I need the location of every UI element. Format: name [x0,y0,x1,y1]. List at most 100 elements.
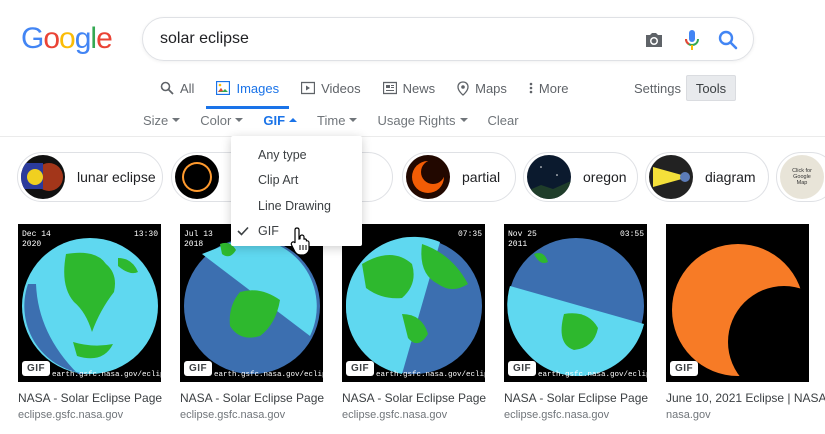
caret-down-icon [349,118,358,122]
filter-label: GIF [263,112,286,128]
type-dropdown-menu: Any type Clip Art Line Drawing GIF [231,136,362,246]
chip-thumbnail [21,155,65,199]
logo-letter: g [74,22,92,55]
image-result[interactable]: 07:35 earth.gsfc.nasa.gov/eclipse GIF NA… [342,224,486,421]
search-input[interactable] [160,30,630,48]
result-source: eclipse.gsfc.nasa.gov [342,409,448,421]
chip-thumbnail [406,155,450,199]
filter-label: Size [143,112,169,128]
video-icon [301,81,316,95]
result-source: eclipse.gsfc.nasa.gov [180,409,286,421]
result-title[interactable]: NASA - Solar Eclipse Page [18,391,162,405]
tab-label: Maps [475,80,507,96]
chip-thumbnail [175,155,219,199]
image-result[interactable]: Jul 13 2018 03:01 earth.gsfc.nasa.gov/ec… [180,224,324,421]
map-pin-icon [457,80,469,96]
svg-text:earth.gsfc.nasa.gov/eclipse: earth.gsfc.nasa.gov/eclipse [52,371,161,379]
tab-news[interactable]: News [382,78,435,98]
search-tabs: All Images Videos News Maps More [160,78,591,109]
gif-badge: GIF [184,361,213,376]
filter-time[interactable]: Time [317,112,358,128]
tab-all[interactable]: All [160,78,194,98]
image-result[interactable]: GIF June 10, 2021 Eclipse | NASA nasa.go… [666,224,825,421]
chip-map-label: Click for Google Map [792,168,812,186]
related-chip[interactable]: diagram [645,152,769,202]
svg-text:Nov 25: Nov 25 [508,230,537,239]
related-chip[interactable]: Click for Google Map [776,152,825,202]
svg-text:earth.gsfc.nasa.gov/eclipse: earth.gsfc.nasa.gov/eclipse [376,371,485,379]
news-icon [382,81,397,95]
caret-down-icon [235,118,244,122]
dropdown-item-label: Clip Art [258,173,299,188]
dropdown-item-label: GIF [258,224,279,239]
result-source: eclipse.gsfc.nasa.gov [504,409,610,421]
tab-label: Images [236,80,280,96]
result-image[interactable]: Jul 13 2018 03:01 earth.gsfc.nasa.gov/ec… [180,224,323,382]
logo-letter: G [21,22,44,55]
dropdown-item-line-drawing[interactable]: Line Drawing [231,193,362,219]
filter-label: Time [317,112,346,128]
svg-text:07:35: 07:35 [458,230,482,239]
dropdown-item-label: Line Drawing [258,198,331,213]
related-chip[interactable]: oregon [523,152,638,202]
checkmark-icon [237,225,249,239]
camera-icon[interactable] [643,29,665,51]
chip-thumbnail [527,155,571,199]
result-title[interactable]: June 10, 2021 Eclipse | NASA [666,391,825,405]
result-title[interactable]: NASA - Solar Eclipse Page [180,391,324,405]
google-logo[interactable]: Google [21,22,113,56]
gif-badge: GIF [670,361,699,376]
svg-text:13:30: 13:30 [134,230,158,239]
related-chip[interactable]: partial [402,152,516,202]
filter-color[interactable]: Color [200,112,244,128]
image-result[interactable]: Dec 14 2020 13:30 earth.gsfc.nasa.gov/ec… [18,224,162,421]
search-icon[interactable] [717,29,739,51]
result-title[interactable]: NASA - Solar Eclipse Page [504,391,648,405]
svg-text:earth.gsfc.nasa.gov/eclipse: earth.gsfc.nasa.gov/eclipse [538,371,647,379]
dropdown-item-any-type[interactable]: Any type [231,142,362,168]
chip-thumbnail [649,155,693,199]
result-source: eclipse.gsfc.nasa.gov [18,409,124,421]
dropdown-item-clip-art[interactable]: Clip Art [231,168,362,194]
gif-badge: GIF [22,361,51,376]
tab-label: Videos [321,80,361,96]
filter-size[interactable]: Size [143,112,181,128]
dropdown-item-gif[interactable]: GIF [231,219,362,245]
result-image[interactable]: Dec 14 2020 13:30 earth.gsfc.nasa.gov/ec… [18,224,161,382]
result-image[interactable]: Nov 25 2011 03:55 earth.gsfc.nasa.gov/ec… [504,224,647,382]
result-image[interactable]: GIF [666,224,809,382]
filter-label: Color [200,112,232,128]
related-chip[interactable]: lunar eclipse [17,152,163,202]
svg-text:03:55: 03:55 [620,230,644,239]
filter-label: Usage Rights [377,112,456,128]
tab-videos[interactable]: Videos [301,78,361,98]
tab-label: All [180,80,195,96]
tool-filters: Size Color GIF Time Usage Rights Clear [143,112,539,128]
svg-text:Jul 13: Jul 13 [184,230,213,239]
chip-label: diagram [705,169,756,185]
svg-text:2011: 2011 [508,240,527,249]
svg-text:2018: 2018 [184,240,203,249]
logo-letter: o [43,22,60,55]
more-vertical-icon [529,82,533,94]
caret-down-icon [172,118,181,122]
filter-clear[interactable]: Clear [488,112,519,128]
tab-images[interactable]: Images [206,78,289,109]
result-source: nasa.gov [666,409,711,421]
chip-label: partial [462,169,501,185]
divider [0,136,825,137]
filter-type[interactable]: GIF [263,112,298,128]
settings-link[interactable]: Settings [634,81,681,96]
tab-more[interactable]: More [529,78,569,98]
filter-usage-rights[interactable]: Usage Rights [377,112,468,128]
search-icon [160,81,174,95]
result-title[interactable]: NASA - Solar Eclipse Page [342,391,486,405]
tab-maps[interactable]: Maps [457,78,507,98]
svg-text:2020: 2020 [22,240,41,249]
tools-button[interactable]: Tools [686,75,736,101]
microphone-icon[interactable] [681,29,703,51]
caret-down-icon [459,118,468,122]
image-result[interactable]: Nov 25 2011 03:55 earth.gsfc.nasa.gov/ec… [504,224,648,421]
chip-label: oregon [583,169,627,185]
result-image[interactable]: 07:35 earth.gsfc.nasa.gov/eclipse GIF [342,224,485,382]
